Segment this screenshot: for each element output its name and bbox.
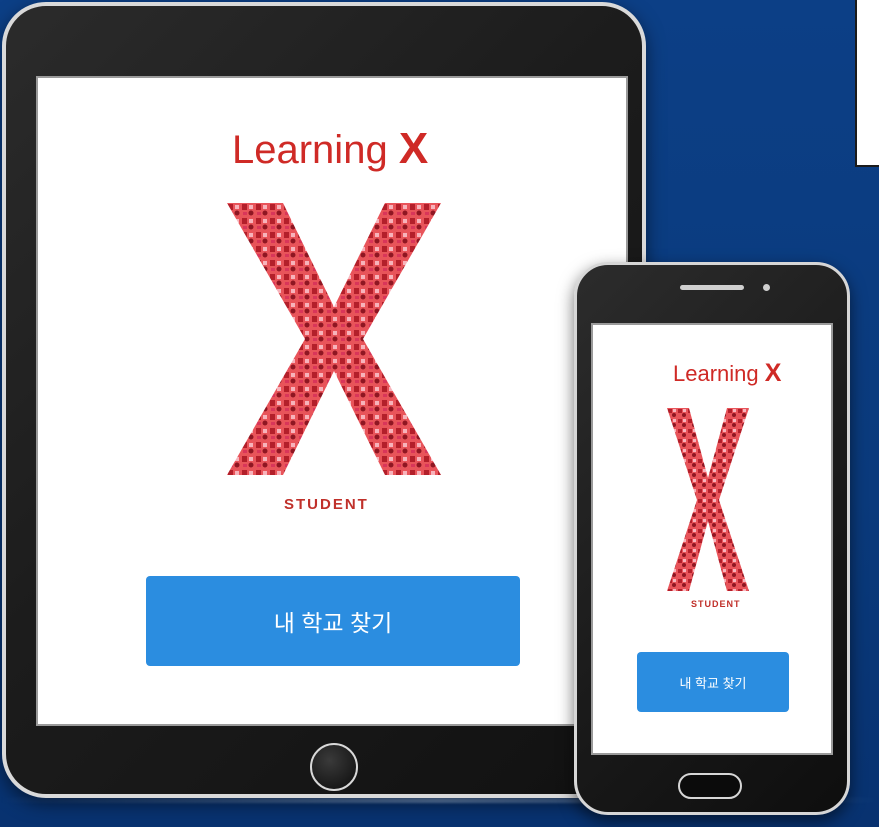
tablet-logo-title: Learning X	[232, 124, 428, 174]
logo-letter: X	[764, 359, 782, 387]
tablet-screen: Learning X STUDENT 내 학교 찾기	[36, 76, 628, 726]
speaker-grille	[680, 285, 744, 290]
learning-x-logo-icon	[667, 408, 749, 591]
logo-word: Learning	[673, 361, 759, 386]
logo-word: Learning	[232, 128, 388, 172]
learning-x-logo-icon	[227, 203, 441, 475]
phone-student-label: STUDENT	[691, 599, 741, 609]
phone-screen: Learning X STUDENT 내 학교 찾기	[591, 323, 833, 755]
tablet-student-label: STUDENT	[284, 496, 369, 513]
tablet-find-school-button[interactable]: 내 학교 찾기	[146, 576, 520, 666]
showcase-background: { "tablet": { "logo": { "word": "Learnin…	[0, 0, 879, 827]
camera-icon	[763, 284, 770, 291]
phone-logo-title: Learning X	[673, 359, 781, 388]
phone-home-button[interactable]	[678, 773, 742, 799]
logo-letter: X	[398, 124, 429, 173]
tablet-device: Learning X STUDENT 내 학교 찾기	[2, 2, 646, 798]
background-panel	[855, 0, 879, 167]
tablet-home-button[interactable]	[310, 743, 358, 791]
phone-find-school-button[interactable]: 내 학교 찾기	[637, 652, 789, 712]
phone-device: Learning X STUDENT 내 학교 찾기	[574, 262, 850, 815]
